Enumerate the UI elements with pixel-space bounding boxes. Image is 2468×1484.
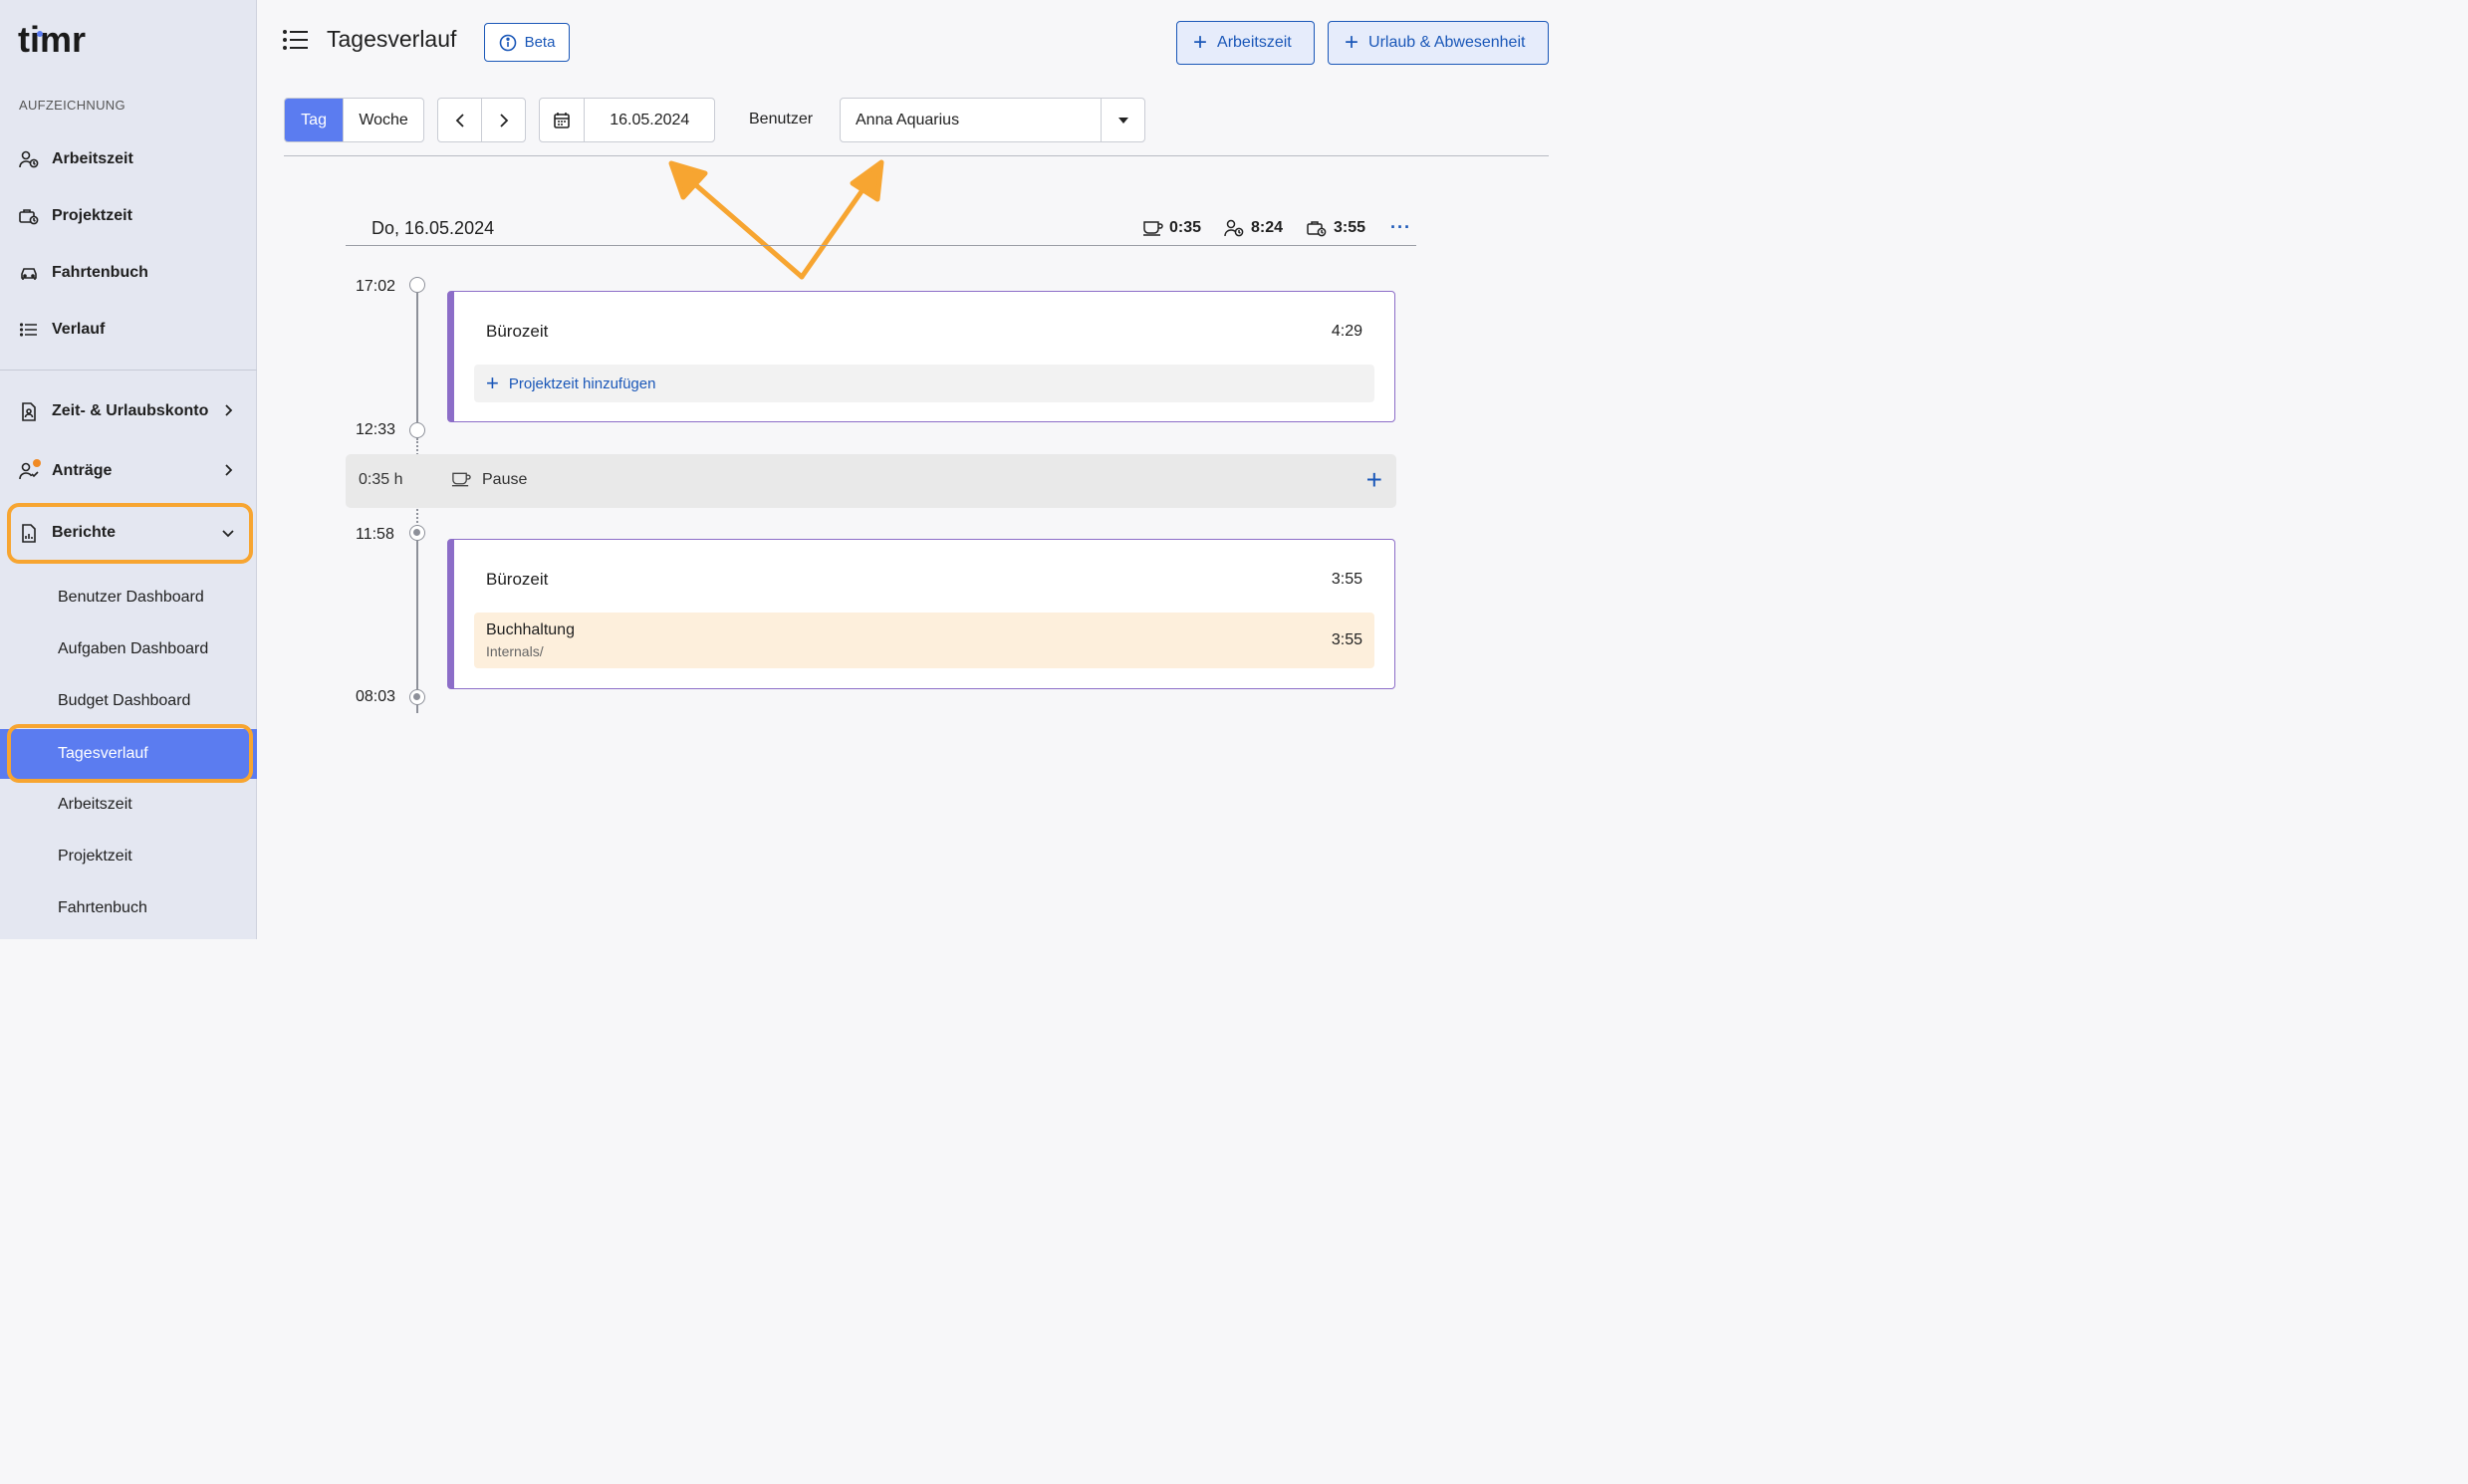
user-select-value: Anna Aquarius bbox=[856, 111, 960, 128]
timeline-node bbox=[409, 422, 425, 438]
sidebar-item-label: Projektzeit bbox=[52, 207, 132, 224]
briefcase-clock-icon bbox=[1306, 219, 1328, 237]
stat-project: 3:55 bbox=[1306, 219, 1365, 237]
caret-down-icon[interactable] bbox=[1101, 99, 1144, 141]
beta-label: Beta bbox=[524, 34, 556, 51]
chevron-right-icon bbox=[225, 464, 233, 476]
project-name: Buchhaltung bbox=[486, 621, 575, 638]
benutzer-label: Benutzer bbox=[749, 111, 814, 127]
date-input[interactable]: 16.05.2024 bbox=[584, 99, 714, 141]
sidebar-item-verlauf[interactable]: Verlauf bbox=[0, 308, 257, 352]
sidebar-item-label: Verlauf bbox=[52, 321, 106, 338]
timeline-segment bbox=[416, 540, 418, 689]
sidebar-group-zeit-urlaubskonto[interactable]: Zeit- & Urlaubskonto bbox=[0, 389, 257, 433]
document-user-icon bbox=[18, 400, 40, 422]
pause-row[interactable]: 0:35 h Pause + bbox=[346, 454, 1396, 508]
pause-duration: 0:35 h bbox=[359, 471, 403, 488]
project-duration: 3:55 bbox=[1331, 631, 1362, 648]
view-toggle: Tag Woche bbox=[284, 98, 424, 142]
menu-icon[interactable] bbox=[283, 30, 309, 50]
timeline-node bbox=[409, 277, 425, 293]
time-label: 11:58 bbox=[356, 526, 394, 543]
annotation-arrows bbox=[668, 159, 884, 280]
timeline-node bbox=[409, 525, 425, 541]
user-clock-icon bbox=[18, 148, 40, 170]
stat-pause: 0:35 bbox=[1142, 219, 1201, 237]
entry-duration: 4:29 bbox=[1331, 323, 1362, 340]
timeline-node bbox=[409, 689, 425, 705]
beta-button[interactable]: Beta bbox=[484, 23, 570, 62]
timr-logo[interactable]: timr bbox=[18, 22, 102, 58]
sidebar-sub-budget-dashboard[interactable]: Budget Dashboard bbox=[0, 677, 257, 725]
sidebar-item-fahrtenbuch[interactable]: Fahrtenbuch bbox=[0, 251, 257, 295]
project-time-item[interactable]: Buchhaltung Internals/ 3:55 bbox=[474, 613, 1374, 668]
page-title: Tagesverlauf bbox=[327, 26, 457, 52]
sidebar-group-label: Berichte bbox=[52, 524, 117, 541]
car-icon bbox=[18, 262, 40, 284]
add-project-time-button[interactable]: + Projektzeit hinzufügen bbox=[474, 365, 1374, 402]
date-navigation bbox=[437, 98, 526, 142]
sidebar: timr AUFZEICHNUNG Arbeitszeit Projektzei… bbox=[0, 0, 257, 939]
chevron-right-icon bbox=[225, 404, 233, 416]
day-title: Do, 16.05.2024 bbox=[371, 218, 495, 238]
time-label: 08:03 bbox=[356, 688, 396, 705]
add-urlaub-button[interactable]: + Urlaub & Abwesenheit bbox=[1328, 21, 1549, 65]
sidebar-sub-tagesverlauf[interactable]: Tagesverlauf bbox=[0, 729, 257, 779]
report-icon bbox=[18, 522, 40, 544]
chevron-down-icon bbox=[222, 530, 234, 538]
time-entry-card[interactable]: Bürozeit 3:55 Buchhaltung Internals/ 3:5… bbox=[447, 539, 1395, 689]
tab-woche[interactable]: Woche bbox=[343, 99, 423, 141]
info-icon bbox=[499, 34, 517, 52]
time-label: 17:02 bbox=[356, 278, 396, 295]
coffee-cup-icon bbox=[451, 471, 471, 492]
calendar-button[interactable] bbox=[540, 99, 584, 141]
sidebar-sub-arbeitszeit[interactable]: Arbeitszeit bbox=[0, 781, 257, 829]
sidebar-sub-benutzer-dashboard[interactable]: Benutzer Dashboard bbox=[0, 574, 257, 621]
sidebar-divider bbox=[0, 370, 257, 371]
prev-day-button[interactable] bbox=[438, 99, 481, 141]
user-select[interactable]: Anna Aquarius bbox=[840, 98, 1145, 142]
plus-icon: + bbox=[1345, 29, 1359, 56]
chevron-right-icon bbox=[499, 113, 508, 127]
timeline-segment bbox=[416, 293, 418, 422]
chevron-left-icon bbox=[455, 113, 464, 127]
more-options-button[interactable]: ··· bbox=[1390, 217, 1411, 238]
date-picker[interactable]: 16.05.2024 bbox=[539, 98, 715, 142]
next-day-button[interactable] bbox=[481, 99, 525, 141]
sidebar-item-label: Arbeitszeit bbox=[52, 150, 133, 167]
coffee-cup-icon bbox=[1142, 220, 1163, 236]
sidebar-sub-fahrtenbuch[interactable]: Fahrtenbuch bbox=[0, 884, 257, 932]
sidebar-sub-aufgaben-dashboard[interactable]: Aufgaben Dashboard bbox=[0, 625, 257, 673]
sidebar-item-label: Fahrtenbuch bbox=[52, 264, 148, 281]
time-label: 12:33 bbox=[356, 421, 396, 438]
sidebar-group-label: Anträge bbox=[52, 462, 113, 479]
briefcase-clock-icon bbox=[18, 205, 40, 227]
day-divider bbox=[346, 245, 1416, 246]
stat-work: 8:24 bbox=[1223, 219, 1283, 237]
plus-icon: + bbox=[486, 371, 499, 395]
entry-duration: 3:55 bbox=[1331, 571, 1362, 588]
entry-name: Bürozeit bbox=[486, 570, 549, 589]
sidebar-item-arbeitszeit[interactable]: Arbeitszeit bbox=[0, 137, 257, 181]
tab-tag[interactable]: Tag bbox=[285, 99, 344, 141]
pause-label: Pause bbox=[482, 471, 528, 488]
add-arbeitszeit-button[interactable]: + Arbeitszeit bbox=[1176, 21, 1315, 65]
time-entry-card[interactable]: Bürozeit 4:29 + Projektzeit hinzufügen bbox=[447, 291, 1395, 422]
project-path: Internals/ bbox=[486, 643, 544, 659]
sidebar-group-label: Zeit- & Urlaubskonto bbox=[52, 402, 209, 419]
list-icon bbox=[18, 319, 40, 341]
sidebar-group-berichte[interactable]: Berichte bbox=[0, 511, 257, 555]
user-clock-icon bbox=[1223, 219, 1245, 237]
sidebar-sub-projektzeit[interactable]: Projektzeit bbox=[0, 833, 257, 880]
sidebar-group-antraege[interactable]: Anträge bbox=[0, 449, 257, 493]
plus-icon: + bbox=[1193, 29, 1208, 56]
add-pause-button[interactable]: + bbox=[1366, 466, 1382, 494]
sidebar-item-projektzeit[interactable]: Projektzeit bbox=[0, 194, 257, 238]
svg-text:timr: timr bbox=[18, 22, 86, 58]
notification-badge bbox=[33, 459, 41, 467]
section-label-aufzeichnung: AUFZEICHNUNG bbox=[19, 98, 125, 113]
calendar-icon bbox=[554, 113, 571, 128]
entry-name: Bürozeit bbox=[486, 322, 549, 341]
toolbar-divider bbox=[284, 155, 1549, 156]
